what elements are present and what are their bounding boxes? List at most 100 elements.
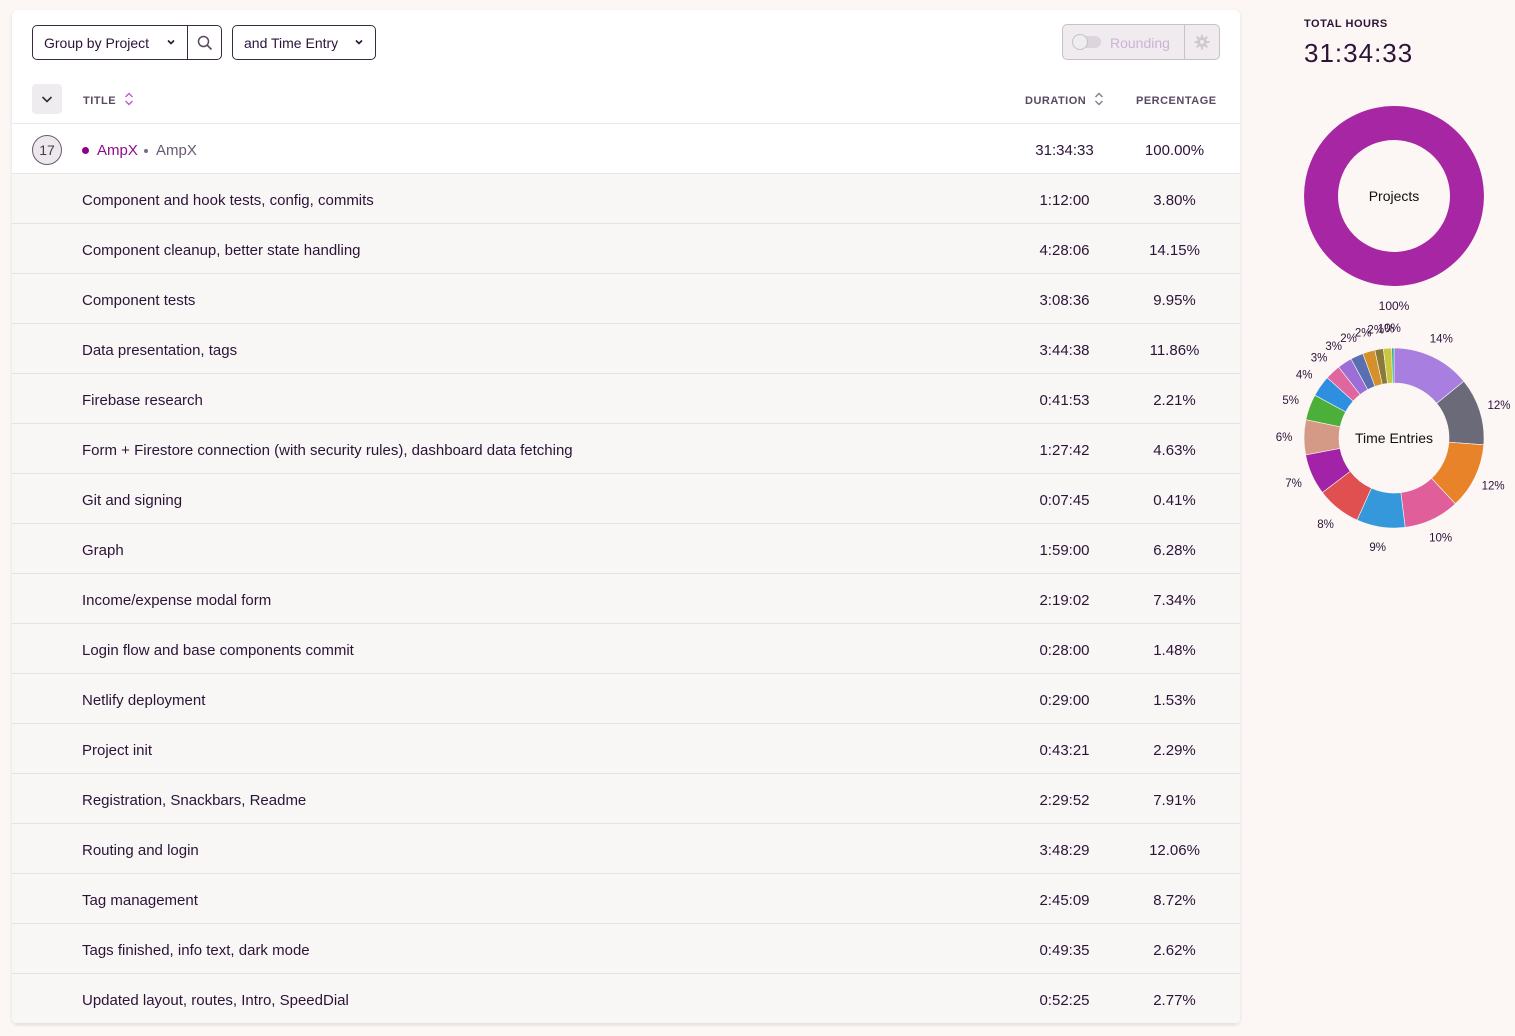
gear-icon: [1194, 34, 1210, 50]
entry-title: Routing and login: [82, 842, 199, 859]
sort-icon[interactable]: [124, 91, 134, 107]
table-row: Project init 0:43:21 2.29%: [12, 724, 1240, 774]
project-name: AmpX: [97, 142, 138, 159]
entry-title: Updated layout, routes, Intro, SpeedDial: [82, 992, 349, 1009]
rounding-toggle[interactable]: Rounding: [1062, 24, 1185, 60]
table-row: Git and signing 0:07:45 0.41%: [12, 474, 1240, 524]
entry-title: Firebase research: [82, 392, 203, 409]
entry-duration: 3:08:36: [1039, 292, 1090, 309]
entry-title: Income/expense modal form: [82, 592, 272, 609]
entry-title: Component tests: [82, 292, 196, 309]
donut-data-label: 6%: [1276, 432, 1293, 444]
total-hours-label: TOTAL HOURS: [1304, 18, 1388, 30]
donut-data-label: 12%: [1487, 400, 1510, 412]
project-duration: 31:34:33: [1035, 142, 1094, 159]
group-by-label: Group by Project: [44, 34, 150, 51]
header-duration[interactable]: DURATION: [1025, 95, 1086, 107]
client-name: AmpX: [156, 142, 197, 159]
donut-data-label: 4%: [1296, 370, 1313, 382]
entry-duration: 0:43:21: [1039, 742, 1090, 759]
entry-percentage: 7.34%: [1153, 592, 1196, 609]
entry-title: Project init: [82, 742, 153, 759]
chevron-down-icon: [355, 39, 363, 45]
sub-group-select[interactable]: and Time Entry: [232, 25, 376, 60]
time-entries-donut-chart: 14%12%12%10%9%8%7%6%5%4%3%3%2%2%2%1%0%Ti…: [1276, 323, 1511, 554]
table-row: Registration, Snackbars, Readme 2:29:52 7.…: [12, 774, 1240, 824]
toggle-switch[interactable]: [1072, 34, 1101, 50]
table-row: Component cleanup, better state handling…: [12, 224, 1240, 274]
entry-percentage: 9.95%: [1153, 292, 1196, 309]
donut-data-label: 9%: [1369, 542, 1386, 554]
donut-data-label: 8%: [1317, 519, 1334, 531]
table-row: Component tests 3:08:36 9.95%: [12, 274, 1240, 324]
donut-center-label: Time Entries: [1355, 430, 1433, 446]
entry-duration: 3:48:29: [1039, 842, 1090, 859]
entry-duration: 0:28:00: [1039, 642, 1090, 659]
entry-percentage: 12.06%: [1149, 842, 1200, 859]
entry-duration: 2:29:52: [1039, 792, 1090, 809]
table-row: Netlify deployment 0:29:00 1.53%: [12, 674, 1240, 724]
table-row: Tag management 2:45:09 8.72%: [12, 874, 1240, 924]
entry-percentage: 1.53%: [1153, 692, 1196, 709]
table-row: Component and hook tests, config, commit…: [12, 174, 1240, 224]
table-row: Graph 1:59:00 6.28%: [12, 524, 1240, 574]
entry-duration: 3:44:38: [1039, 342, 1090, 359]
entry-percentage: 11.86%: [1149, 342, 1200, 359]
table-row: Data presentation, tags 3:44:38 11.86%: [12, 324, 1240, 374]
header-title[interactable]: TITLE: [83, 95, 116, 107]
donut-data-label: 100%: [1379, 299, 1410, 313]
chevron-down-icon: [167, 39, 175, 45]
sub-group-label: and Time Entry: [244, 34, 339, 51]
entry-count-badge[interactable]: 17: [32, 135, 62, 165]
table-row: Routing and login 3:48:29 12.06%: [12, 824, 1240, 874]
entry-title: Tags finished, info text, dark mode: [82, 942, 310, 959]
chevron-down-icon: [41, 96, 53, 103]
separator-dot: [144, 149, 148, 153]
entry-title: Tag management: [82, 892, 198, 909]
entry-duration: 0:52:25: [1039, 992, 1090, 1009]
entry-percentage: 7.91%: [1153, 792, 1196, 809]
sort-icon[interactable]: [1094, 91, 1104, 107]
project-percentage: 100.00%: [1144, 142, 1205, 159]
entry-percentage: 6.28%: [1153, 542, 1196, 559]
project-color-dot: [82, 147, 89, 154]
entry-duration: 0:49:35: [1039, 942, 1090, 959]
entry-percentage: 2.21%: [1153, 392, 1196, 409]
entry-title: Netlify deployment: [82, 692, 206, 709]
donut-data-label: 0%: [1384, 323, 1401, 335]
entry-duration: 1:27:42: [1039, 442, 1090, 459]
table-row: Form + Firestore connection (with securi…: [12, 424, 1240, 474]
entry-percentage: 2.29%: [1153, 742, 1196, 759]
donut-data-label: 14%: [1430, 334, 1453, 346]
entry-percentage: 14.15%: [1149, 242, 1200, 259]
donut-data-label: 7%: [1285, 478, 1302, 490]
entry-duration: 0:41:53: [1039, 392, 1090, 409]
projects-donut-chart: 100% Projects: [1304, 106, 1484, 313]
search-button[interactable]: [187, 25, 222, 60]
entry-percentage: 2.77%: [1153, 992, 1196, 1009]
entry-duration: 2:45:09: [1039, 892, 1090, 909]
project-row[interactable]: 17 AmpX AmpX 31:34:33 100.00%: [12, 124, 1240, 174]
group-by-select[interactable]: Group by Project: [32, 25, 188, 60]
total-hours-value: 31:34:33: [1304, 38, 1414, 68]
entry-percentage: 4.63%: [1153, 442, 1196, 459]
entry-duration: 4:28:06: [1039, 242, 1090, 259]
entry-title: Graph: [82, 542, 124, 559]
entry-title: Data presentation, tags: [82, 342, 238, 359]
rounding-label: Rounding: [1110, 35, 1170, 51]
entry-title: Registration, Snackbars, Readme: [82, 792, 307, 809]
table-row: Income/expense modal form 2:19:02 7.34%: [12, 574, 1240, 624]
entry-title: Login flow and base components commit: [82, 642, 354, 659]
donut-data-label: 3%: [1311, 352, 1328, 364]
rounding-settings-button[interactable]: [1184, 24, 1220, 60]
header-percentage: PERCENTAGE: [1136, 95, 1217, 107]
collapse-all-button[interactable]: [32, 84, 62, 114]
entry-percentage: 0.41%: [1153, 492, 1196, 509]
table-row: Updated layout, routes, Intro, SpeedDial…: [12, 974, 1240, 1024]
entry-title: Component cleanup, better state handling: [82, 242, 361, 259]
donut-center-label: Projects: [1369, 188, 1420, 204]
toggle-knob: [1072, 34, 1088, 50]
entry-title: Component and hook tests, config, commit…: [82, 192, 374, 209]
entry-duration: 1:12:00: [1039, 192, 1090, 209]
table-header: TITLE DURATION PERCENTAGE: [12, 78, 1240, 124]
